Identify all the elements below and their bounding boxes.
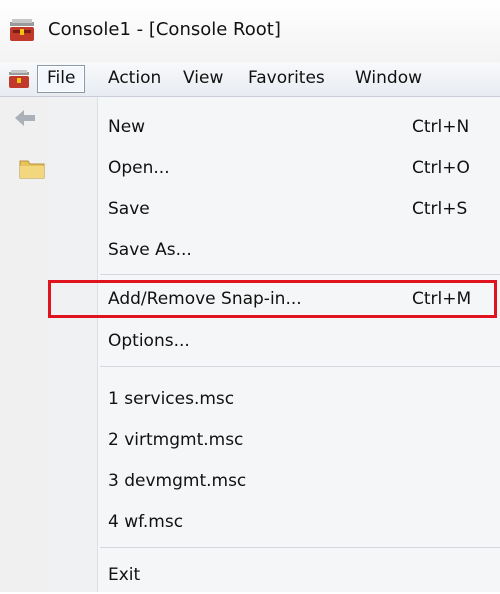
- menu-item-label: 1 services.msc: [108, 389, 235, 409]
- menu-item-shortcut: Ctrl+S: [412, 199, 468, 219]
- menu-item-save-as[interactable]: Save As...: [48, 231, 500, 269]
- title-bar: Console1 - [Console Root]: [0, 0, 500, 63]
- menu-item-label: New: [108, 117, 146, 137]
- menu-view[interactable]: View: [174, 65, 232, 91]
- menu-item-label: 4 wf.msc: [108, 512, 184, 532]
- folder-icon[interactable]: [19, 157, 45, 179]
- back-arrow-icon[interactable]: [13, 109, 37, 127]
- menu-item-exit[interactable]: Exit: [48, 556, 500, 594]
- menu-item-shortcut: Ctrl+N: [412, 117, 470, 137]
- menu-item-label: Exit: [108, 565, 141, 585]
- menu-item-options[interactable]: Options...: [48, 322, 500, 360]
- menu-item-new[interactable]: New Ctrl+N: [48, 108, 500, 146]
- console-tree-pane: [0, 97, 49, 592]
- menu-item-recent-3[interactable]: 3 devmgmt.msc: [48, 462, 500, 500]
- menu-separator: [100, 274, 500, 275]
- menu-item-recent-1[interactable]: 1 services.msc: [48, 380, 500, 418]
- menu-file[interactable]: File: [37, 65, 86, 93]
- menu-favorites[interactable]: Favorites: [239, 65, 334, 91]
- menu-bar: File Action View Favorites Window: [0, 62, 500, 97]
- menu-item-label: 2 virtmgmt.msc: [108, 430, 244, 450]
- menu-separator: [100, 366, 500, 367]
- menu-window[interactable]: Window: [346, 65, 431, 91]
- menu-item-shortcut: Ctrl+O: [412, 158, 470, 178]
- window-title: Console1 - [Console Root]: [48, 19, 281, 40]
- menu-item-label: Save As...: [108, 240, 192, 260]
- menu-item-label: Open...: [108, 158, 170, 178]
- highlight-box: [48, 280, 497, 318]
- menu-item-open[interactable]: Open... Ctrl+O: [48, 149, 500, 187]
- menu-item-save[interactable]: Save Ctrl+S: [48, 190, 500, 228]
- menu-item-recent-4[interactable]: 4 wf.msc: [48, 503, 500, 541]
- menu-item-label: 3 devmgmt.msc: [108, 471, 247, 491]
- mmc-toolbox-icon[interactable]: [8, 69, 30, 89]
- menu-item-label: Save: [108, 199, 150, 219]
- menu-separator: [100, 547, 500, 548]
- menu-item-label: Options...: [108, 331, 190, 351]
- mmc-toolbox-icon: [10, 19, 34, 41]
- menu-action[interactable]: Action: [99, 65, 170, 91]
- menu-item-recent-2[interactable]: 2 virtmgmt.msc: [48, 421, 500, 459]
